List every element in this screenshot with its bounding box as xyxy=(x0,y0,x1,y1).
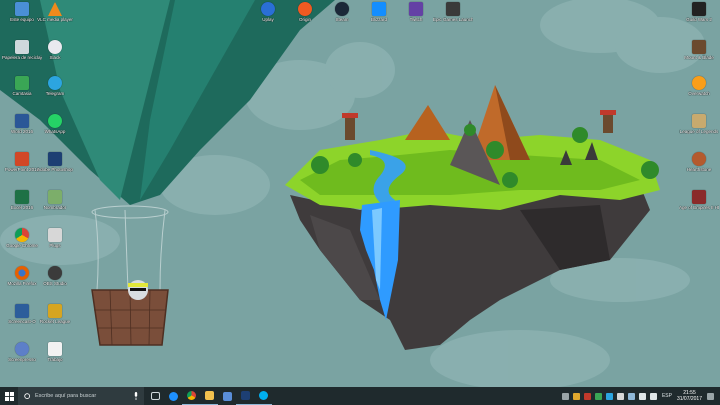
chevron-up-icon[interactable] xyxy=(561,392,569,400)
lol-icon xyxy=(692,114,706,128)
desktop-icon-uplay[interactable]: Uplay xyxy=(248,2,288,32)
desktop-icon-vlc[interactable]: VLC media player xyxy=(35,2,75,32)
wallpaper-floating-island xyxy=(0,0,720,387)
taskbar-chrome[interactable] xyxy=(182,387,200,405)
desktop-icon-twitch[interactable]: Twitch xyxy=(396,2,436,32)
desktop-icon-origin[interactable]: Origin xyxy=(285,2,325,32)
taskbar-photoshop[interactable] xyxy=(236,387,254,405)
search-placeholder: Escribe aquí para buscar xyxy=(35,393,97,399)
skype-icon xyxy=(258,391,268,400)
powerpoint-icon xyxy=(15,152,29,166)
microphone-icon xyxy=(134,392,138,400)
desktop-icon-plugs[interactable]: Plugs xyxy=(35,228,75,258)
desktop-icon-nombrador[interactable]: Nombrador xyxy=(35,190,75,220)
search-icon xyxy=(24,392,31,399)
search-box[interactable]: Escribe aquí para buscar xyxy=(18,387,144,405)
photoshop-icon xyxy=(48,152,62,166)
slack-icon xyxy=(48,40,62,54)
taskbar: Escribe aquí para buscar ESP 21:55 31/07… xyxy=(0,387,720,405)
app-icon xyxy=(48,190,62,204)
desktop-icon-whatsapp[interactable]: WhatsApp xyxy=(35,114,75,144)
screencast-icon xyxy=(15,304,29,318)
desktop-icon-trabajo[interactable]: Trabajo xyxy=(35,342,75,372)
recycle-bin-icon xyxy=(15,40,29,54)
windows-icon xyxy=(4,391,14,401)
desktop-icon-age-of-empires[interactable]: Age of Empires II HD xyxy=(679,190,719,220)
steam-icon xyxy=(335,2,349,16)
desktop-icon-steam[interactable]: Steam xyxy=(322,2,362,32)
epic-icon xyxy=(446,2,460,16)
plug-icon xyxy=(48,228,62,242)
taskbar-file-explorer[interactable] xyxy=(200,387,218,405)
desktop-icon-photoshop[interactable]: Adobe Photoshop xyxy=(35,152,75,182)
chrome-icon xyxy=(15,228,29,242)
desktop-icon-slack[interactable]: Slack xyxy=(35,40,75,70)
store-icon xyxy=(222,391,232,401)
clock-date: 31/07/2017 xyxy=(676,396,702,402)
start-button[interactable] xyxy=(0,387,18,405)
desktop-icon-league-of-legends[interactable]: League of Legends xyxy=(679,114,719,144)
overwatch-icon xyxy=(692,76,706,90)
desktop-icon-telegram[interactable]: Telegram xyxy=(35,76,75,106)
network-icon[interactable] xyxy=(638,392,646,400)
desktop-icon-blizzard[interactable]: Blizzard xyxy=(359,2,399,32)
twitch-icon xyxy=(409,2,423,16)
vlc-icon xyxy=(48,2,62,16)
tray-app-icon[interactable] xyxy=(605,392,613,400)
desktop-icon-hearthstone[interactable]: Hearthstone xyxy=(679,152,719,182)
uplay-icon xyxy=(261,2,275,16)
tray-app-icon[interactable] xyxy=(594,392,602,400)
language-indicator[interactable]: ESP xyxy=(662,393,672,399)
desktop-icon-obs[interactable]: OBS Studio xyxy=(35,266,75,296)
taskbar-edge[interactable] xyxy=(164,387,182,405)
document-icon xyxy=(48,342,62,356)
whatsapp-icon xyxy=(48,114,62,128)
tray-app-icon[interactable] xyxy=(572,392,580,400)
file-explorer-icon xyxy=(204,391,214,400)
task-view-icon xyxy=(150,392,160,400)
chrome-icon xyxy=(186,391,196,400)
desktop-icon-rocket-league[interactable]: Rocket League xyxy=(35,304,75,334)
taskbar-skype[interactable] xyxy=(254,387,272,405)
desktop-icon-mount-blade[interactable]: Mount & Blade xyxy=(679,40,719,70)
game-icon xyxy=(692,40,706,54)
gw2-icon xyxy=(692,2,706,16)
photoshop-icon xyxy=(240,391,250,400)
desktop-icon-overwatch[interactable]: Overwatch xyxy=(679,76,719,106)
desktop-icon-epic[interactable]: Epic Games Launcher xyxy=(433,2,473,32)
taskbar-task-view[interactable] xyxy=(146,387,164,405)
battlenet-icon xyxy=(372,2,386,16)
clock[interactable]: 21:55 31/07/2017 xyxy=(677,390,702,402)
aoe-icon xyxy=(692,190,706,204)
telegram-icon xyxy=(48,76,62,90)
tray-app-icon[interactable] xyxy=(616,392,624,400)
volume-icon[interactable] xyxy=(649,392,657,400)
obs-icon xyxy=(48,266,62,280)
rocket-league-icon xyxy=(48,304,62,318)
notifications-icon[interactable] xyxy=(707,392,714,400)
tray-app-icon[interactable] xyxy=(627,392,635,400)
computer-icon xyxy=(15,2,29,16)
edge-icon xyxy=(168,391,178,401)
tray-app-icon[interactable] xyxy=(583,392,591,400)
excel-icon xyxy=(15,190,29,204)
firefox-icon xyxy=(15,266,29,280)
taskbar-store[interactable] xyxy=(218,387,236,405)
screenpresso-icon xyxy=(15,342,29,356)
desktop[interactable]: Este equipo VLC media player Papelera de… xyxy=(0,0,720,387)
desktop-icon-guild-wars-2[interactable]: Guild Wars 2 xyxy=(679,2,719,32)
origin-icon xyxy=(298,2,312,16)
camtasia-icon xyxy=(15,76,29,90)
system-tray: ESP 21:55 31/07/2017 xyxy=(560,387,720,405)
word-icon xyxy=(15,114,29,128)
hearthstone-icon xyxy=(692,152,706,166)
